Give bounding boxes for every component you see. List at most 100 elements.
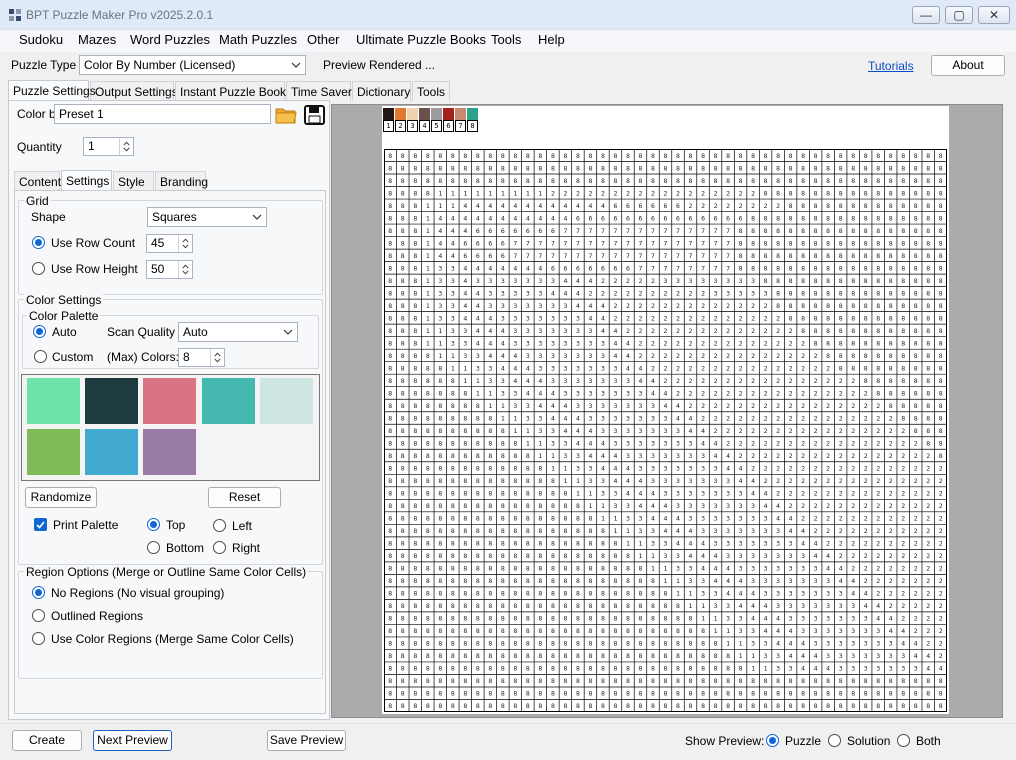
about-button[interactable]: About [931,55,1005,76]
grid-cell-number: 2 [664,289,668,297]
grid-cell-number: 3 [789,565,793,573]
grid-cell-number: 1 [526,440,530,448]
grid-cell-number: 1 [639,540,643,548]
puzzle-type-select[interactable]: Color By Number (Licensed) [79,55,306,75]
palette-right-radio[interactable] [213,541,226,554]
create-button[interactable]: Create [12,730,82,751]
grid-cell-number: 8 [851,677,855,685]
palette-swatch[interactable] [85,429,138,475]
save-preview-button[interactable]: Save Preview [267,730,346,751]
spinner-arrows-icon[interactable] [178,235,192,252]
palette-swatch[interactable] [202,378,255,424]
grid-cell-number: 2 [664,339,668,347]
grid-cell-number: 2 [839,502,843,510]
palette-swatch[interactable] [85,378,138,424]
grid-cell-number: 8 [714,152,718,160]
grid-cell-number: 3 [751,289,755,297]
menu-help[interactable]: Help [538,32,565,47]
tab-content[interactable]: Content [14,171,61,191]
grid-cell-number: 8 [814,302,818,310]
grid-cell-number: 4 [676,402,680,410]
grid-cell-number: 4 [463,277,467,285]
tab-style[interactable]: Style [113,171,154,191]
use-row-height-radio[interactable] [32,262,45,275]
tab-puzzle-settings[interactable]: Puzzle Settings [8,80,96,100]
spinner-arrows-icon[interactable] [178,261,192,278]
color-by-input[interactable]: Preset 1 [54,104,271,124]
grid-cell-number: 3 [739,565,743,573]
auto-radio[interactable] [33,325,46,338]
grid-cell-number: 3 [526,289,530,297]
max-colors-stepper[interactable]: 8 [178,348,225,367]
spinner-arrows-icon[interactable] [210,349,224,366]
tab-time-saver[interactable]: Time Saver [286,81,352,101]
minimize-button[interactable]: — [912,6,940,24]
close-button[interactable]: ✕ [978,6,1010,24]
next-preview-button[interactable]: Next Preview [93,730,172,751]
grid-cell-number: 2 [889,440,893,448]
grid-cell-number: 3 [739,540,743,548]
grid-cell-number: 8 [789,214,793,222]
grid-cell-number: 6 [639,202,643,210]
custom-radio[interactable] [34,350,47,363]
tab-dictionary[interactable]: Dictionary [352,81,411,101]
menu-word-puzzles[interactable]: Word Puzzles [130,32,210,47]
tutorials-link[interactable]: Tutorials [868,59,914,73]
grid-cell-number: 8 [876,302,880,310]
shape-select[interactable]: Squares [147,207,267,227]
tab-tools[interactable]: Tools [412,81,450,101]
grid-cell-number: 1 [751,652,755,660]
palette-swatch[interactable] [143,429,196,475]
menu-math-puzzles[interactable]: Math Puzzles [219,32,297,47]
color-regions-radio[interactable] [32,632,45,645]
grid-cell-number: 4 [701,552,705,560]
grid-cell-number: 2 [726,189,730,197]
palette-top-radio[interactable] [147,518,160,531]
grid-cell-number: 2 [839,515,843,523]
grid-cell-number: 8 [388,627,392,635]
row-count-stepper[interactable]: 45 [146,234,193,253]
no-regions-radio[interactable] [32,586,45,599]
grid-cell-number: 4 [639,377,643,385]
grid-cell-number: 8 [563,640,567,648]
use-row-count-radio[interactable] [32,236,45,249]
tab-output-settings[interactable]: Output Settings [90,81,178,101]
print-palette-checkbox[interactable] [34,518,47,531]
spinner-arrows-icon[interactable] [119,138,133,155]
maximize-button[interactable]: ▢ [945,6,973,24]
show-puzzle-radio[interactable] [766,734,779,747]
quantity-stepper[interactable]: 1 [83,137,134,156]
grid-cell-number: 8 [526,615,530,623]
menu-mazes[interactable]: Mazes [78,32,116,47]
palette-swatch[interactable] [27,378,80,424]
grid-cell-number: 4 [463,227,467,235]
menu-sudoku[interactable]: Sudoku [19,32,63,47]
tab-settings[interactable]: Settings [61,170,112,190]
grid-cell-number: 3 [664,465,668,473]
outlined-regions-radio[interactable] [32,609,45,622]
reset-button[interactable]: Reset [208,487,281,508]
save-icon[interactable] [303,104,326,126]
row-height-stepper[interactable]: 50 [146,260,193,279]
palette-bottom-radio[interactable] [147,541,160,554]
randomize-button[interactable]: Randomize [25,487,97,508]
grid-cell-number: 8 [639,152,643,160]
scan-quality-select[interactable]: Auto [178,322,298,342]
menu-tools[interactable]: Tools [491,32,521,47]
grid-cell-number: 8 [926,414,930,422]
tab-branding[interactable]: Branding [155,171,208,191]
tab-instant-puzzle-books[interactable]: Instant Puzzle Books [175,81,292,101]
grid-cell-number: 4 [476,339,480,347]
grid-cell-number: 8 [426,490,430,498]
show-both-radio[interactable] [897,734,910,747]
palette-swatch[interactable] [27,429,80,475]
grid-cell-number: 8 [739,164,743,172]
preview-palette-color [467,108,478,120]
palette-swatch[interactable] [260,378,313,424]
menu-ultimate-puzzle-books[interactable]: Ultimate Puzzle Books [356,32,486,47]
menu-other[interactable]: Other [307,32,340,47]
palette-left-radio[interactable] [213,519,226,532]
show-solution-radio[interactable] [828,734,841,747]
palette-swatch[interactable] [143,378,196,424]
open-folder-icon[interactable] [274,104,298,126]
